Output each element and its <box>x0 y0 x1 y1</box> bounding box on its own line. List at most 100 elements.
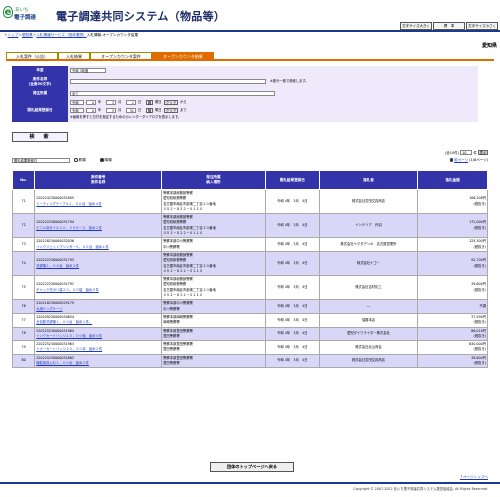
header-amount: 落札金額 <box>417 170 488 190</box>
cell-date: 令和 4年 3月 4日 <box>264 213 320 239</box>
result-date: 令和 4年 3月 4日 <box>277 358 308 363</box>
tax-note: (税抜き) <box>473 361 486 366</box>
row-number: 73 <box>21 242 26 247</box>
winner-name: 須藤本店 <box>361 317 376 322</box>
dept-line: 中川警察署 <box>163 244 180 249</box>
prev-page-icon[interactable] <box>449 158 454 162</box>
from-year-input[interactable]: 4 <box>86 100 96 105</box>
row-number: 71 <box>21 198 26 203</box>
cell-date: 令和 4年 3月 4日 <box>264 237 320 252</box>
breadcrumb-aichi[interactable]: 愛知県 <box>22 33 33 37</box>
display-button[interactable]: 表示 <box>478 150 488 155</box>
back-to-org-top-button[interactable]: 団体のトップページへ戻る <box>210 462 294 472</box>
to-year-input[interactable]: 4 <box>86 107 96 113</box>
to-calendar-icon[interactable]: 曆 <box>146 107 153 113</box>
tax-note: (税抜き) <box>473 263 486 268</box>
tab-underline <box>6 59 494 61</box>
to-month-input[interactable]: 3 <box>106 107 116 113</box>
result-date: 令和 4年 3月 4日 <box>277 285 308 290</box>
table-row: 78 220225230000031964 インクカートリッジ１０，００個 始め４件… <box>11 326 488 342</box>
cell-case: 220225230000031862 機能用具入れ１，００台 始め１件 <box>34 353 163 369</box>
winner-name: 株式会社吉村化工 <box>355 285 382 290</box>
cell-amount: 172,000円 (税抜き) <box>417 213 488 239</box>
cell-no: 78 <box>11 326 36 342</box>
desc-label: 降順 <box>104 158 112 162</box>
from-month-input[interactable]: 3 <box>106 100 116 105</box>
case-name-link[interactable]: 大用ドッグケージ <box>36 307 160 312</box>
per-page-select[interactable]: 10 <box>460 150 473 155</box>
header-date: 開札結果登録日 <box>264 170 320 190</box>
dept-line: 豊田警察署 <box>163 361 180 366</box>
prev-page-link[interactable]: 前ページ <box>454 158 468 162</box>
result-date: 令和 4年 3月 4日 <box>277 344 308 349</box>
prev-page-controls: 前ページ (1/8ページ) <box>449 158 488 163</box>
page-top-link[interactable]: ↑ページトップへ <box>460 475 488 480</box>
breadcrumb-top[interactable]: トップ <box>8 33 19 37</box>
breadcrumb-service[interactable]: 入札情報サービス（団体選択） <box>36 33 86 37</box>
results-table: No. 案件番号 案件名称 発注所属 納入場所 開札結果登録日 落札者 落札金額… <box>11 170 488 369</box>
cell-no: 75 <box>11 275 36 301</box>
cell-case: 220222230000031794 ビニル床タイル２０，００ケース 始め１件 <box>34 213 163 239</box>
cell-case: 220222230000031793 洗濯機１，００台 始め２件 <box>34 250 163 277</box>
from-year-unit: 年 <box>98 100 102 104</box>
search-button[interactable]: 検 索 <box>12 132 68 142</box>
from-clear-button[interactable]: クリア <box>164 100 178 105</box>
per-page-controls: (全10件) 10 件 表示 <box>445 150 488 156</box>
case-name-link[interactable]: インクカートリッジ１０，００個 始め４件 <box>36 334 160 339</box>
case-name-link[interactable]: 全自動洗濯機１，００台 始め１件。 <box>36 320 160 325</box>
to-era-select[interactable]: 令和 <box>70 107 84 113</box>
case-name-link[interactable]: 洗濯機１，００台 始め２件 <box>36 264 160 269</box>
table-row: 76 220218230000029179 大用ドッグケージ 警察本部中川警察署 中川警… <box>11 299 488 314</box>
cell-amount: 86,018円 (税抜き) <box>417 326 488 342</box>
tax-note: (税抜き) <box>473 320 486 325</box>
cell-dept: 警察本部総務部警察 愛知県総務警察 名古屋市南区市部港二丁目２０番地 ０５２－８２２－… <box>161 213 266 239</box>
cell-date: 令和 4年 3月 4日 <box>264 353 320 369</box>
to-month-unit: 月 <box>118 107 122 112</box>
winner-name: ― <box>366 303 371 308</box>
from-calendar-icon[interactable]: 曆 <box>146 100 153 105</box>
dept-line: ０５２－８２２－０１１０ <box>163 293 203 298</box>
tax-note: (税抜き) <box>473 225 486 230</box>
from-era-select[interactable]: 令和 <box>70 100 84 105</box>
fiscal-year-select[interactable]: 令和 3年度 <box>70 67 106 73</box>
dept-select[interactable]: 全て <box>70 91 275 96</box>
winner-name: 株式会社ヤマダデンキ 名古屋営業所 <box>340 242 397 247</box>
asc-radio[interactable]: 昇順 <box>74 158 86 163</box>
table-row: 73 220228230000032036 インクジェットプリンター５，００台 始め… <box>11 237 488 252</box>
sort-select[interactable]: 開札結果登録日 <box>12 158 70 163</box>
breadcrumb-current: 入札情報-オープンカウンタ結果 <box>86 33 139 37</box>
font-size-normal-button[interactable]: 標 準 <box>433 22 465 30</box>
cell-dept: 警察本部豊田警察署 豊田警察署 <box>161 326 266 342</box>
to-day-input[interactable]: 31 <box>126 107 136 113</box>
from-day-input[interactable]: 1 <box>126 100 136 105</box>
prefecture-label: 愛知県 <box>481 43 497 49</box>
row-number: 79 <box>21 344 26 349</box>
case-name-link[interactable]: トナーカートリッジ２０，００本 始め２件 <box>36 347 160 352</box>
tax-note: (税抜き) <box>473 244 486 249</box>
desc-radio[interactable]: 降順 <box>100 158 112 163</box>
breadcrumb: ＞トップ＞愛知県＞入札情報サービス（団体選択）入札情報-オープンカウンタ結果 <box>4 33 138 38</box>
font-size-large-button[interactable]: 文字サイズ大きく <box>400 22 432 30</box>
to-weekday: 曜日 <box>155 107 162 112</box>
result-date: 令和 4年 3月 4日 <box>277 331 308 336</box>
winner-name: インテリア 丹羽 <box>355 223 382 228</box>
table-header-row: No. 案件番号 案件名称 発注所属 納入場所 開札結果登録日 落札者 落札金額 <box>11 170 488 190</box>
cell-date: 令和 4年 3月 4日 <box>264 312 320 328</box>
to-clear-button[interactable]: クリア <box>164 107 178 113</box>
case-name-input[interactable] <box>70 79 266 84</box>
case-name-link[interactable]: チャック付ポリ袋２０，００袋 始め５件 <box>36 288 160 293</box>
from-weekday: 曜日 <box>155 100 162 104</box>
winner-name: 株式会社ナゴー <box>356 260 380 265</box>
header-dept: 発注所属 納入場所 <box>161 170 266 190</box>
font-size-small-button[interactable]: 文字サイズ小さく <box>466 22 498 30</box>
case-name-link[interactable]: ビニル床タイル２０，００ケース 始め１件 <box>36 226 160 231</box>
case-name-link[interactable]: インクジェットプリンター５，００台 始め１件 <box>36 245 160 250</box>
case-name-link[interactable]: 機能用具入れ１，００台 始め１件 <box>36 361 160 366</box>
asc-label: 昇順 <box>78 158 86 162</box>
copyright: Copyright © 2007-2022 あいち電子調達共同システム運営協議会… <box>353 487 488 491</box>
cell-date: 令和 4年 3月 4日 <box>264 299 320 314</box>
case-name-link[interactable]: ミーティングテーブル１，００台 始め４件 <box>36 202 160 207</box>
cell-no: 74 <box>11 250 36 277</box>
row-number: 80 <box>21 358 26 363</box>
table-body: 71 220224230000031805 ミーティングテーブル１，００台 始め４件… <box>11 188 488 369</box>
